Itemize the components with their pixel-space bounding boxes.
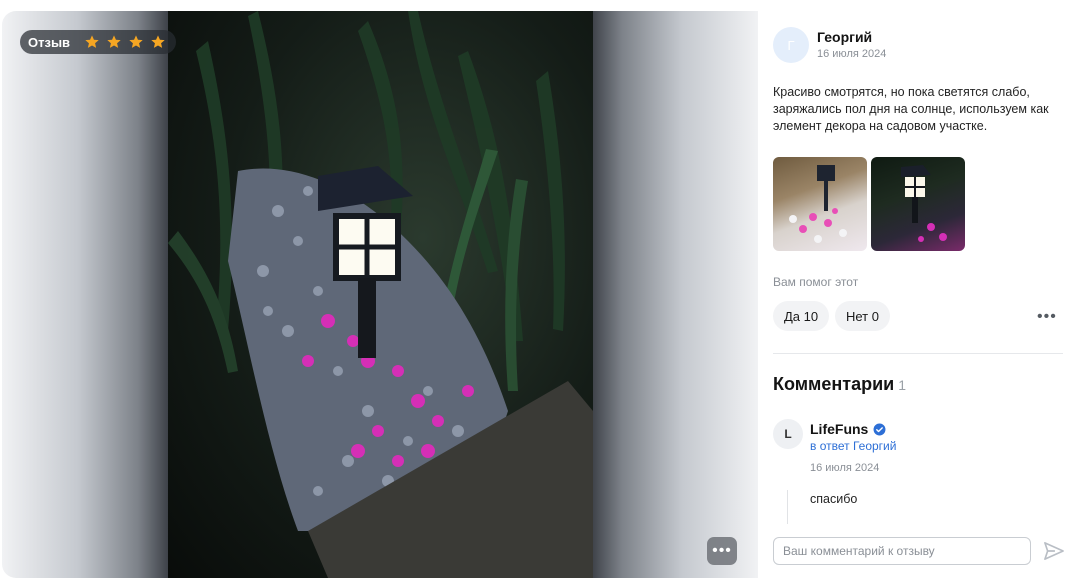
- vote-yes-button[interactable]: Да 10: [773, 301, 830, 331]
- review-text: Красиво смотрятся, но пока светятся слаб…: [773, 85, 1049, 133]
- comment-avatar-letter: L: [784, 427, 792, 441]
- thumb-image: [901, 165, 947, 242]
- review-modal: Отзыв ••• Г Георгий 16 июля 2024 Красиво…: [0, 0, 1090, 584]
- comments-count: 1: [898, 377, 907, 393]
- comments-title: Комментарии: [773, 374, 895, 394]
- review-author: Георгий: [817, 29, 873, 45]
- review-details-panel: Г Георгий 16 июля 2024 Красиво смотрятся…: [758, 11, 1088, 578]
- review-photo-thumb[interactable]: [871, 157, 965, 251]
- star-icon: [85, 35, 99, 48]
- comment-author-name: LifeFuns: [810, 421, 869, 437]
- garden-lantern-photo: [168, 11, 593, 578]
- star-icon: [107, 35, 121, 48]
- thumb-image: [789, 165, 847, 243]
- comment-reply-to-link[interactable]: в ответ Георгий: [810, 439, 896, 453]
- vote-no-button[interactable]: Нет 0: [835, 301, 890, 331]
- author-avatar: Г: [773, 27, 809, 63]
- more-dots-icon[interactable]: •••: [1037, 308, 1057, 326]
- photo-more-button[interactable]: •••: [707, 537, 737, 565]
- divider: [773, 353, 1063, 354]
- comment-date: 16 июля 2024: [810, 462, 880, 474]
- send-icon: [1044, 542, 1064, 560]
- review-photo-thumb[interactable]: [773, 157, 867, 251]
- star-icon: [129, 35, 143, 48]
- comment-thread-line: [787, 490, 788, 524]
- review-rating-badge: Отзыв: [20, 30, 177, 54]
- comment-text: спасибо: [810, 492, 858, 506]
- star-icon: [151, 35, 165, 48]
- send-comment-button[interactable]: [1040, 538, 1068, 564]
- badge-label: Отзыв: [28, 34, 71, 50]
- comment-author: LifeFuns: [810, 421, 886, 437]
- review-photo: [168, 11, 593, 578]
- more-dots-icon: •••: [712, 542, 732, 559]
- review-date: 16 июля 2024: [817, 48, 887, 60]
- comment-avatar: L: [773, 419, 803, 449]
- comments-heading: Комментарии 1: [773, 374, 906, 395]
- verified-check-icon: [873, 423, 886, 435]
- author-avatar-letter: Г: [787, 37, 795, 53]
- helpful-prompt: Вам помог этот: [773, 275, 859, 289]
- review-media-viewer: Отзыв •••: [2, 11, 758, 578]
- comment-input[interactable]: [773, 537, 1031, 565]
